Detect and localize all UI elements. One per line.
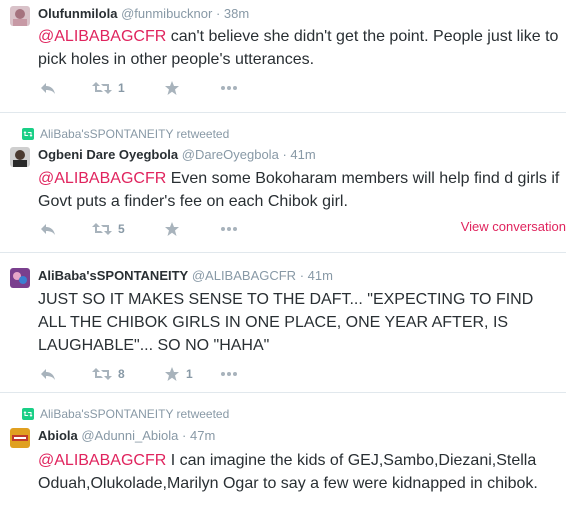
retweet-icon	[92, 82, 112, 94]
separator: ·	[215, 6, 221, 21]
retweet-icon	[92, 223, 112, 235]
retweet-count: 5	[118, 222, 125, 236]
user-handle[interactable]: @ALIBABAGCFR	[192, 268, 296, 283]
tweet-text: @ALIBABAGCFR I can imagine the kids of G…	[38, 449, 564, 495]
reply-icon[interactable]	[40, 221, 56, 237]
retweet-button[interactable]: 1	[92, 80, 125, 96]
mention-link[interactable]: @ALIBABAGCFR	[38, 452, 166, 469]
retweet-button[interactable]: 8	[92, 366, 125, 382]
user-handle[interactable]: @DareOyegbola	[182, 147, 279, 162]
separator: ·	[299, 268, 305, 283]
retweeted-by-label: AliBaba'sSPONTANEITY retweeted	[40, 407, 230, 421]
star-icon	[165, 81, 179, 95]
retweet-context-icon	[22, 128, 34, 140]
user-handle[interactable]: @funmibucknor	[121, 6, 212, 21]
avatar[interactable]	[10, 147, 30, 167]
avatar[interactable]	[10, 268, 30, 288]
more-icon[interactable]	[220, 80, 238, 96]
separator: ·	[282, 147, 287, 162]
timestamp[interactable]: 47m	[190, 428, 215, 443]
favorite-button[interactable]	[164, 80, 186, 96]
mention-link[interactable]: @ALIBABAGCFR	[38, 28, 166, 45]
retweeted-by-note[interactable]: AliBaba'sSPONTANEITY retweeted	[22, 127, 229, 141]
display-name[interactable]: Abiola	[38, 428, 78, 443]
favorite-button[interactable]: 1	[164, 366, 193, 382]
tweet-text: JUST SO IT MAKES SENSE TO THE DAFT... "E…	[38, 288, 564, 357]
mention-link[interactable]: @ALIBABAGCFR	[38, 170, 166, 187]
tweet-2[interactable]: AliBaba'sSPONTANEITY retweeted Ogbeni Da…	[0, 113, 566, 252]
timestamp[interactable]: 41m	[290, 147, 315, 162]
tweet-text: @ALIBABAGCFR can't believe she didn't ge…	[38, 25, 564, 71]
retweeted-by-note[interactable]: AliBaba'sSPONTANEITY retweeted	[22, 407, 229, 421]
retweet-count: 8	[118, 367, 125, 381]
retweet-count: 1	[118, 81, 125, 95]
more-icon[interactable]	[220, 221, 238, 237]
tweet-4[interactable]: AliBaba'sSPONTANEITY retweeted Abiola @A…	[0, 393, 566, 506]
tweet-text: @ALIBABAGCFR Even some Bokoharam members…	[38, 167, 564, 213]
tweet-1[interactable]: Olufunmilola @funmibucknor · 38m @ALIBAB…	[0, 0, 566, 112]
favorite-count: 1	[186, 367, 193, 381]
retweeted-by-label: AliBaba'sSPONTANEITY retweeted	[40, 127, 230, 141]
retweet-context-icon	[22, 408, 34, 420]
tweet-text-body: JUST SO IT MAKES SENSE TO THE DAFT... "E…	[38, 291, 534, 354]
display-name[interactable]: Ogbeni Dare Oyegbola	[38, 147, 178, 162]
reply-icon[interactable]	[40, 366, 56, 382]
avatar[interactable]	[10, 428, 30, 448]
reply-icon[interactable]	[40, 80, 56, 96]
retweet-button[interactable]: 5	[92, 221, 125, 237]
display-name[interactable]: AliBaba'sSPONTANEITY	[38, 268, 188, 283]
retweet-icon	[92, 368, 112, 380]
timestamp[interactable]: 41m	[308, 268, 333, 283]
avatar[interactable]	[10, 6, 30, 26]
view-conversation-link[interactable]: View conversation	[461, 219, 566, 234]
separator: ·	[182, 428, 187, 443]
favorite-button[interactable]	[164, 221, 186, 237]
star-icon	[165, 222, 179, 236]
star-icon	[165, 367, 179, 381]
user-handle[interactable]: @Adunni_Abiola	[81, 428, 178, 443]
display-name[interactable]: Olufunmilola	[38, 6, 117, 21]
timestamp[interactable]: 38m	[224, 6, 249, 21]
tweet-3[interactable]: AliBaba'sSPONTANEITY @ALIBABAGCFR · 41m …	[0, 253, 566, 392]
more-icon[interactable]	[220, 366, 238, 382]
